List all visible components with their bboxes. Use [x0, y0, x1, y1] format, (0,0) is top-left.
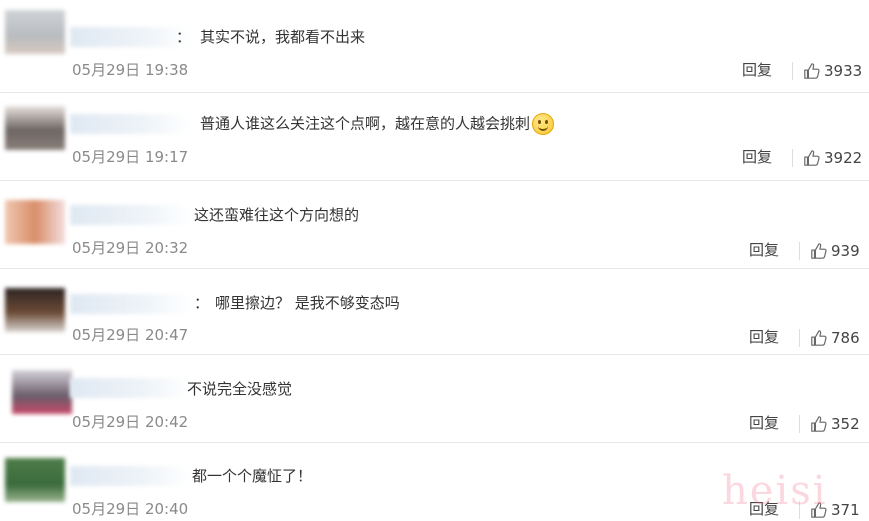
comment-item: ： 其实不说，我都看不出来 05月29日 19:38 回复 3933 — [0, 0, 869, 93]
comment-text: 哪里擦边？ 是我不够变态吗 — [215, 294, 400, 312]
divider — [799, 415, 800, 433]
avatar[interactable] — [12, 370, 72, 414]
comment-separator: ： — [194, 294, 210, 312]
reply-button[interactable]: 回复 — [749, 240, 779, 260]
comment-timestamp: 05月29日 19:17 — [72, 148, 189, 166]
username[interactable] — [70, 205, 190, 225]
like-count: 3922 — [824, 149, 863, 167]
comment-text: 都一个个魔怔了！ — [192, 467, 313, 485]
comment-text: 其实不说，我都看不出来 — [200, 28, 366, 46]
like-count: 3933 — [824, 62, 863, 80]
reply-button[interactable]: 回复 — [749, 413, 779, 433]
thumbs-up-icon — [811, 330, 827, 346]
divider — [792, 149, 793, 167]
thumbs-up-icon — [811, 243, 827, 259]
like-count: 352 — [831, 415, 860, 433]
like-button[interactable]: 3933 — [803, 61, 862, 81]
divider — [792, 62, 793, 80]
comment-timestamp: 05月29日 19:38 — [72, 61, 189, 79]
like-count: 371 — [831, 501, 860, 519]
comment-item: 普通人谁这么关注这个点啊，越在意的人越会挑刺 05月29日 19:17 回复 3… — [0, 92, 869, 181]
like-count: 786 — [831, 329, 860, 347]
username[interactable] — [70, 466, 190, 486]
comment-timestamp: 05月29日 20:40 — [72, 500, 189, 518]
like-button[interactable]: 939 — [810, 241, 860, 261]
thumbs-up-icon — [811, 416, 827, 432]
username[interactable] — [70, 378, 190, 398]
like-count: 939 — [831, 242, 860, 260]
comment-timestamp: 05月29日 20:42 — [72, 413, 189, 431]
username[interactable] — [70, 114, 190, 134]
reply-button[interactable]: 回复 — [749, 327, 779, 347]
like-button[interactable]: 352 — [810, 414, 860, 434]
avatar[interactable] — [5, 458, 65, 502]
divider — [799, 501, 800, 519]
thumbs-up-icon — [804, 150, 820, 166]
comment-separator: ： — [176, 28, 192, 46]
reply-button[interactable]: 回复 — [742, 147, 772, 167]
avatar[interactable] — [5, 288, 65, 332]
comment-item: ： 哪里擦边？ 是我不够变态吗 05月29日 20:47 回复 786 — [0, 268, 869, 355]
smile-emoji-icon — [532, 113, 555, 135]
avatar[interactable] — [5, 106, 65, 150]
reply-button[interactable]: 回复 — [749, 499, 779, 519]
comment-text-body: 普通人谁这么关注这个点啊，越在意的人越会挑刺 — [200, 114, 531, 133]
thumbs-up-icon — [811, 502, 827, 518]
comment-item: 这还蛮难往这个方向想的 05月29日 20:32 回复 939 — [0, 180, 869, 269]
username[interactable] — [70, 27, 190, 47]
divider — [799, 329, 800, 347]
comment-timestamp: 05月29日 20:47 — [72, 326, 189, 344]
comment-text: 不说完全没感觉 — [187, 380, 293, 398]
comment-text: 这还蛮难往这个方向想的 — [194, 206, 360, 224]
thumbs-up-icon — [804, 63, 820, 79]
avatar[interactable] — [5, 10, 65, 54]
comment-timestamp: 05月29日 20:32 — [72, 239, 189, 257]
comment-text: 普通人谁这么关注这个点啊，越在意的人越会挑刺 — [200, 113, 555, 135]
username[interactable] — [70, 294, 190, 314]
avatar[interactable] — [5, 200, 65, 244]
reply-button[interactable]: 回复 — [742, 60, 772, 80]
divider — [799, 242, 800, 260]
comment-item: 都一个个魔怔了！ 05月29日 20:40 回复 371 — [0, 442, 869, 521]
comment-item: 不说完全没感觉 05月29日 20:42 回复 352 — [0, 354, 869, 443]
like-button[interactable]: 371 — [810, 500, 860, 520]
like-button[interactable]: 3922 — [803, 148, 862, 168]
like-button[interactable]: 786 — [810, 328, 860, 348]
